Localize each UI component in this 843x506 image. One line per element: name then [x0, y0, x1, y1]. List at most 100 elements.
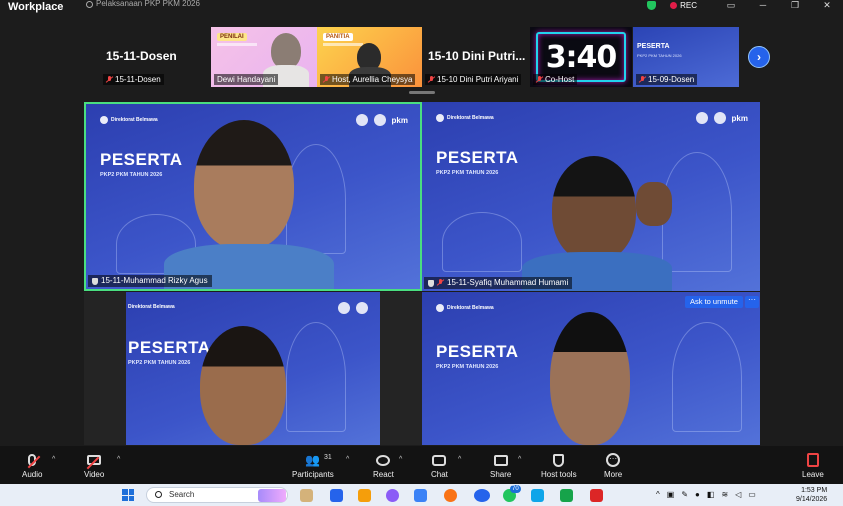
- react-options-caret[interactable]: ^: [399, 456, 402, 463]
- share-label: Share: [490, 470, 512, 479]
- title-bar: Workplace Pelaksanaan PKP PKM 2026 REC ▭…: [0, 0, 843, 14]
- participant-name-tag: 15-11-Dosen: [103, 74, 164, 85]
- video-tile-active-speaker[interactable]: Direktorat Belmawa pkm PESERTA PKP2 PKM …: [84, 102, 422, 291]
- video-label: Video: [84, 470, 105, 479]
- background-sketch: [286, 322, 346, 432]
- clock-time: 1:53 PM: [801, 487, 828, 494]
- volume-icon[interactable]: ◁: [735, 490, 741, 499]
- chat-button[interactable]: Chat: [431, 450, 448, 479]
- background-subtitle: PKP2 PKM TAHUN 2026: [637, 53, 682, 58]
- mic-muted-icon: [428, 75, 435, 84]
- app-icon[interactable]: [330, 489, 343, 502]
- background-title: PESERTA: [436, 342, 519, 361]
- participant-name-tag: Host, Aurellia Cheysya: [320, 74, 416, 85]
- host-tools-shield-icon: [553, 453, 565, 467]
- chat-options-caret[interactable]: ^: [458, 456, 461, 463]
- leave-label: Leave: [802, 470, 824, 479]
- filmstrip-tile[interactable]: PENILAI Dewi Handayani: [211, 27, 317, 87]
- share-button[interactable]: Share: [490, 450, 511, 479]
- filmstrip-resize-handle[interactable]: [409, 91, 435, 94]
- wps-icon[interactable]: [590, 489, 603, 502]
- video-button[interactable]: Video: [84, 450, 104, 479]
- copilot-icon[interactable]: [386, 489, 399, 502]
- participant-name: 15-11-Dosen: [115, 75, 161, 84]
- leave-button[interactable]: Leave: [802, 450, 824, 479]
- logo-icon: [695, 112, 708, 124]
- leave-door-icon: [806, 453, 819, 467]
- chat-label: Chat: [431, 470, 448, 479]
- participant-name: 15-09-Dosen: [648, 75, 695, 84]
- view-layout-button[interactable]: ▭: [715, 0, 747, 10]
- participant-name-tag: Co-Host: [533, 74, 578, 85]
- tray-app-icon[interactable]: ✎: [681, 490, 688, 499]
- whatsapp-badge: 70: [510, 485, 521, 493]
- app-icon[interactable]: [414, 489, 427, 502]
- windows-taskbar: Search 70 ^ ▣ ✎ ● ◧ ≋ ◁ ▭ 1:53 PM 9/14/2…: [0, 484, 843, 506]
- video-tile[interactable]: Direktorat Belmawa PESERTA PKP2 PKM TAHU…: [422, 292, 760, 445]
- share-options-caret[interactable]: ^: [518, 456, 521, 463]
- minimize-button[interactable]: ─: [747, 0, 779, 10]
- tray-app-icon[interactable]: ▣: [667, 490, 675, 499]
- wifi-icon[interactable]: ≋: [721, 490, 728, 499]
- logo-icon: [338, 302, 350, 314]
- firefox-icon[interactable]: [444, 489, 457, 502]
- participant-video: [271, 33, 301, 69]
- sticker-decoration: [217, 43, 257, 46]
- participant-name: 15-10 Dini Putri Ariyani: [437, 75, 519, 84]
- logo-icon: [356, 302, 368, 314]
- widget-icon[interactable]: [258, 489, 286, 502]
- logo-icon: [355, 114, 368, 126]
- background-sketch: [286, 144, 346, 254]
- tray-overflow-icon[interactable]: ^: [656, 490, 660, 499]
- filmstrip-tile[interactable]: 15-11-Dosen 15-11-Dosen: [100, 27, 210, 87]
- filmstrip-tile[interactable]: 15-10 Dini Putri... 15-10 Dini Putri Ari…: [422, 27, 530, 87]
- taskbar-clock[interactable]: 1:53 PM 9/14/2026: [796, 486, 827, 504]
- filmstrip-tile[interactable]: PANITIA Host, Aurellia Cheysya: [317, 27, 422, 87]
- security-shield-icon[interactable]: [647, 0, 657, 10]
- participant-name-tag: 15-09-Dosen: [636, 74, 698, 85]
- react-button[interactable]: React: [373, 450, 394, 479]
- close-button[interactable]: ✕: [811, 0, 843, 10]
- background-subtitle: PKP2 PKM TAHUN 2026: [128, 360, 191, 366]
- organizer-logo: Direktorat Belmawa: [100, 116, 158, 124]
- more-button[interactable]: ··· More: [604, 450, 622, 479]
- app-icon[interactable]: [358, 489, 371, 502]
- filmstrip: 15-11-Dosen 15-11-Dosen PENILAI Dewi Han…: [0, 24, 843, 90]
- participant-name-tag: 15-11-Syafiq Muhammad Humami: [424, 277, 573, 289]
- tray-app-icon[interactable]: ◧: [707, 490, 715, 499]
- restore-button[interactable]: ❐: [779, 0, 811, 10]
- outlook-icon[interactable]: [531, 489, 544, 502]
- participant-video: [550, 312, 630, 445]
- organizer-logo: Direktorat Belmawa: [128, 304, 175, 310]
- logo-icon: [713, 112, 726, 124]
- video-tile[interactable]: Direktorat Belmawa PESERTA PKP2 PKM TAHU…: [84, 292, 422, 445]
- video-options-caret[interactable]: ^: [117, 456, 120, 463]
- zoom-icon[interactable]: [474, 489, 490, 502]
- filmstrip-tile[interactable]: 3:40 Co-Host: [530, 27, 632, 87]
- excel-icon[interactable]: [560, 489, 573, 502]
- windows-start-icon[interactable]: [122, 489, 134, 501]
- recording-indicator[interactable]: REC: [670, 1, 697, 10]
- background-subtitle: PKP2 PKM TAHUN 2026: [436, 170, 499, 176]
- partner-logos: pkm: [355, 114, 408, 126]
- audio-label: Audio: [22, 470, 43, 479]
- filmstrip-tile[interactable]: PESERTA PKP2 PKM TAHUN 2026 15-09-Dosen: [633, 27, 739, 87]
- org-name: Direktorat Belmawa: [111, 117, 158, 123]
- background-sketch: [672, 322, 742, 432]
- ask-to-unmute-button[interactable]: Ask to unmute: [685, 296, 743, 308]
- participants-options-caret[interactable]: ^: [346, 456, 349, 463]
- video-more-options-button[interactable]: ···: [745, 296, 759, 308]
- background-subtitle: PKP2 PKM TAHUN 2026: [100, 172, 163, 178]
- role-sticker: PANITIA: [323, 33, 353, 41]
- host-tools-button[interactable]: Host tools: [541, 450, 577, 479]
- tray-app-icon[interactable]: ●: [695, 490, 700, 499]
- next-page-button[interactable]: ›: [748, 46, 770, 68]
- meeting-info[interactable]: Pelaksanaan PKP PKM 2026: [86, 0, 200, 8]
- file-explorer-icon[interactable]: [300, 489, 313, 502]
- battery-icon[interactable]: ▭: [748, 490, 756, 499]
- video-tile[interactable]: Direktorat Belmawa pkm PESERTA PKP2 PKM …: [422, 102, 760, 291]
- participant-name: Dewi Handayani: [217, 75, 276, 84]
- audio-options-caret[interactable]: ^: [52, 456, 55, 463]
- audio-button[interactable]: Audio: [22, 450, 42, 479]
- participant-display-name: 15-11-Dosen: [106, 49, 177, 63]
